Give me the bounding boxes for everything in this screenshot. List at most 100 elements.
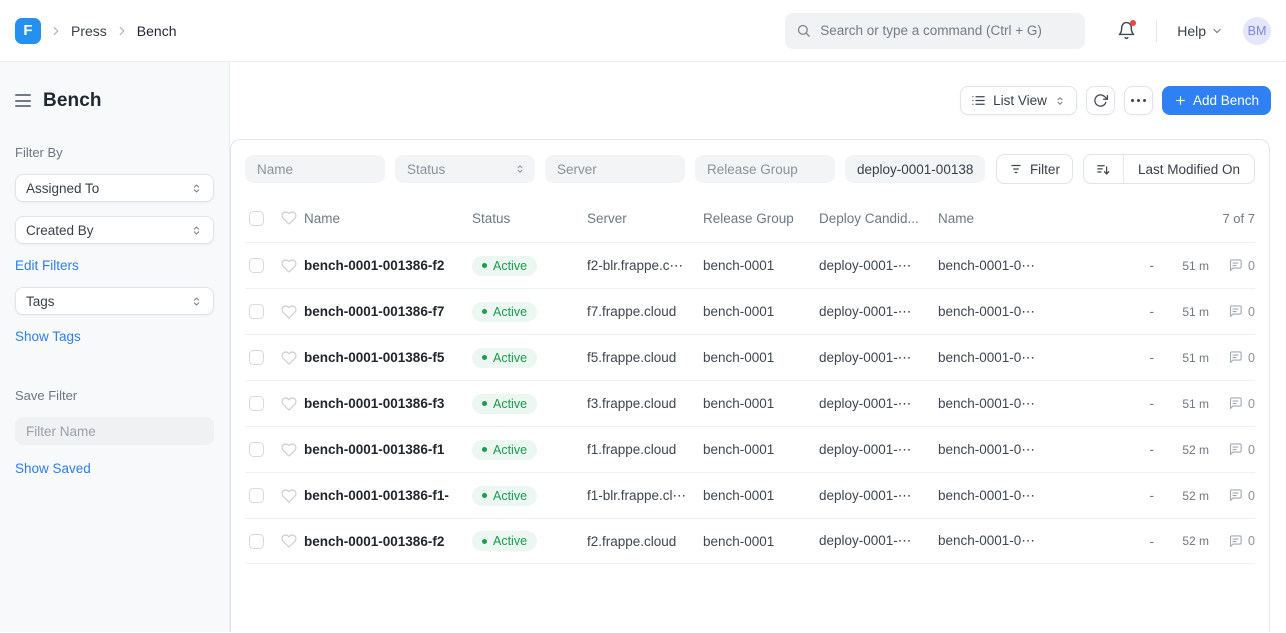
deploy-candidate-cell: deploy-0001-⋯ (819, 304, 938, 320)
comment-bubble-icon (1228, 488, 1243, 503)
row-checkbox[interactable] (249, 534, 264, 549)
deploy-candidate-cell: deploy-0001-⋯ (819, 258, 938, 274)
frappe-logo-icon[interactable]: F (15, 18, 41, 44)
user-avatar[interactable]: BM (1243, 17, 1271, 45)
row-checkbox[interactable] (249, 442, 264, 457)
status-badge: Active (472, 302, 537, 322)
sort-direction-button[interactable] (1084, 155, 1123, 183)
row-checkbox[interactable] (249, 396, 264, 411)
filter-button[interactable]: Filter (996, 154, 1073, 184)
tags-select[interactable]: Tags (15, 287, 214, 315)
select-all-checkbox[interactable] (249, 211, 264, 226)
status-dot-icon (482, 355, 487, 360)
comment-bubble-icon (1228, 396, 1243, 411)
release-group-cell: bench-0001 (703, 534, 819, 549)
status-badge: Active (472, 486, 537, 506)
tag-placeholder-cell: - (1124, 350, 1154, 365)
status-badge: Active (472, 256, 537, 276)
table-row[interactable]: bench-0001-001386-f7 Active f7.frappe.cl… (245, 288, 1255, 334)
favorite-heart-icon[interactable] (281, 258, 297, 274)
sort-icon (1096, 162, 1111, 177)
favorite-heart-icon[interactable] (281, 350, 297, 366)
server-cell: f2-blr.frappe.c⋯ (587, 258, 703, 274)
more-options-button[interactable] (1124, 86, 1153, 115)
assigned-to-select[interactable]: Assigned To (15, 174, 214, 202)
filter-deploy-candidate-field[interactable] (845, 155, 985, 183)
show-tags-link[interactable]: Show Tags (15, 329, 81, 344)
comment-bubble-icon (1228, 534, 1243, 549)
tag-placeholder-cell: - (1124, 396, 1154, 411)
row-checkbox[interactable] (249, 304, 264, 319)
list-view-icon (971, 93, 986, 108)
command-search[interactable] (785, 13, 1085, 49)
deploy-candidate-cell: deploy-0001-⋯ (819, 533, 938, 549)
bench-name[interactable]: bench-0001-001386-f1- (304, 488, 472, 503)
server-cell: f2.frappe.cloud (587, 534, 703, 549)
add-bench-button[interactable]: Add Bench (1162, 86, 1271, 115)
notifications-button[interactable] (1117, 21, 1136, 40)
favorite-heart-icon[interactable] (281, 304, 297, 320)
breadcrumb-bench[interactable]: Bench (137, 23, 177, 39)
row-checkbox[interactable] (249, 350, 264, 365)
comments-cell: 0 (1209, 396, 1255, 411)
column-header-server[interactable]: Server (587, 211, 703, 226)
bench-name[interactable]: bench-0001-001386-f2 (304, 258, 472, 273)
column-header-name-2[interactable]: Name (938, 211, 1068, 226)
table-row[interactable]: bench-0001-001386-f1 Active f1.frappe.cl… (245, 426, 1255, 472)
chevron-right-icon (49, 24, 63, 38)
table-row[interactable]: bench-0001-001386-f2 Active f2.frappe.cl… (245, 518, 1255, 564)
filter-server-field[interactable] (545, 155, 685, 183)
filter-name-input[interactable] (15, 417, 214, 445)
filter-name-field[interactable] (245, 155, 385, 183)
server-cell: f7.frappe.cloud (587, 304, 703, 319)
refresh-button[interactable] (1086, 86, 1115, 115)
filter-status-select[interactable]: Status (395, 155, 535, 183)
favorite-heart-icon[interactable] (281, 442, 297, 458)
bench-name[interactable]: bench-0001-001386-f3 (304, 396, 472, 411)
table-row[interactable]: bench-0001-001386-f3 Active f3.frappe.cl… (245, 380, 1255, 426)
column-header-release-group[interactable]: Release Group (703, 211, 819, 226)
status-label: Active (493, 305, 527, 319)
comment-count: 0 (1248, 489, 1255, 503)
edit-filters-link[interactable]: Edit Filters (15, 258, 79, 273)
chevron-right-icon (115, 24, 129, 38)
menu-icon[interactable] (15, 92, 31, 109)
favorite-heart-icon[interactable] (281, 488, 297, 504)
deploy-candidate-cell: deploy-0001-⋯ (819, 396, 938, 412)
favorite-heart-icon[interactable] (281, 533, 297, 549)
created-by-select[interactable]: Created By (15, 216, 214, 244)
column-header-deploy-candidate[interactable]: Deploy Candid... (819, 211, 938, 226)
column-header-name[interactable]: Name (304, 211, 472, 226)
table-row[interactable]: bench-0001-001386-f2 Active f2-blr.frapp… (245, 242, 1255, 288)
bench-name[interactable]: bench-0001-001386-f2 (304, 534, 472, 549)
bench-name[interactable]: bench-0001-001386-f1 (304, 442, 472, 457)
release-group-cell: bench-0001 (703, 350, 819, 365)
table-row[interactable]: bench-0001-001386-f5 Active f5.frappe.cl… (245, 334, 1255, 380)
status-dot-icon (482, 447, 487, 452)
comment-count: 0 (1248, 305, 1255, 319)
bench-list-card: Status Filter Last Modified On (230, 139, 1270, 632)
favorite-heart-icon[interactable] (281, 396, 297, 412)
filter-by-label: Filter By (15, 145, 214, 160)
filter-release-group-field[interactable] (695, 155, 835, 183)
bench-name[interactable]: bench-0001-001386-f7 (304, 304, 472, 319)
sort-field-button[interactable]: Last Modified On (1123, 155, 1254, 183)
view-switcher-button[interactable]: List View (960, 86, 1077, 115)
help-label: Help (1177, 23, 1206, 39)
column-header-status[interactable]: Status (472, 211, 587, 226)
table-row[interactable]: bench-0001-001386-f1- Active f1-blr.frap… (245, 472, 1255, 518)
comments-cell: 0 (1209, 534, 1255, 549)
deploy-candidate-cell: deploy-0001-⋯ (819, 488, 938, 504)
row-checkbox[interactable] (249, 488, 264, 503)
search-input[interactable] (820, 23, 1074, 38)
breadcrumb-press[interactable]: Press (71, 23, 107, 39)
show-saved-link[interactable]: Show Saved (15, 461, 91, 476)
deploy-candidate-cell: deploy-0001-⋯ (819, 442, 938, 458)
bench-name[interactable]: bench-0001-001386-f5 (304, 350, 472, 365)
comment-count: 0 (1248, 534, 1255, 548)
help-menu[interactable]: Help (1177, 23, 1223, 39)
row-checkbox[interactable] (249, 258, 264, 273)
status-dot-icon (482, 493, 487, 498)
comment-count: 0 (1248, 259, 1255, 273)
server-cell: f5.frappe.cloud (587, 350, 703, 365)
